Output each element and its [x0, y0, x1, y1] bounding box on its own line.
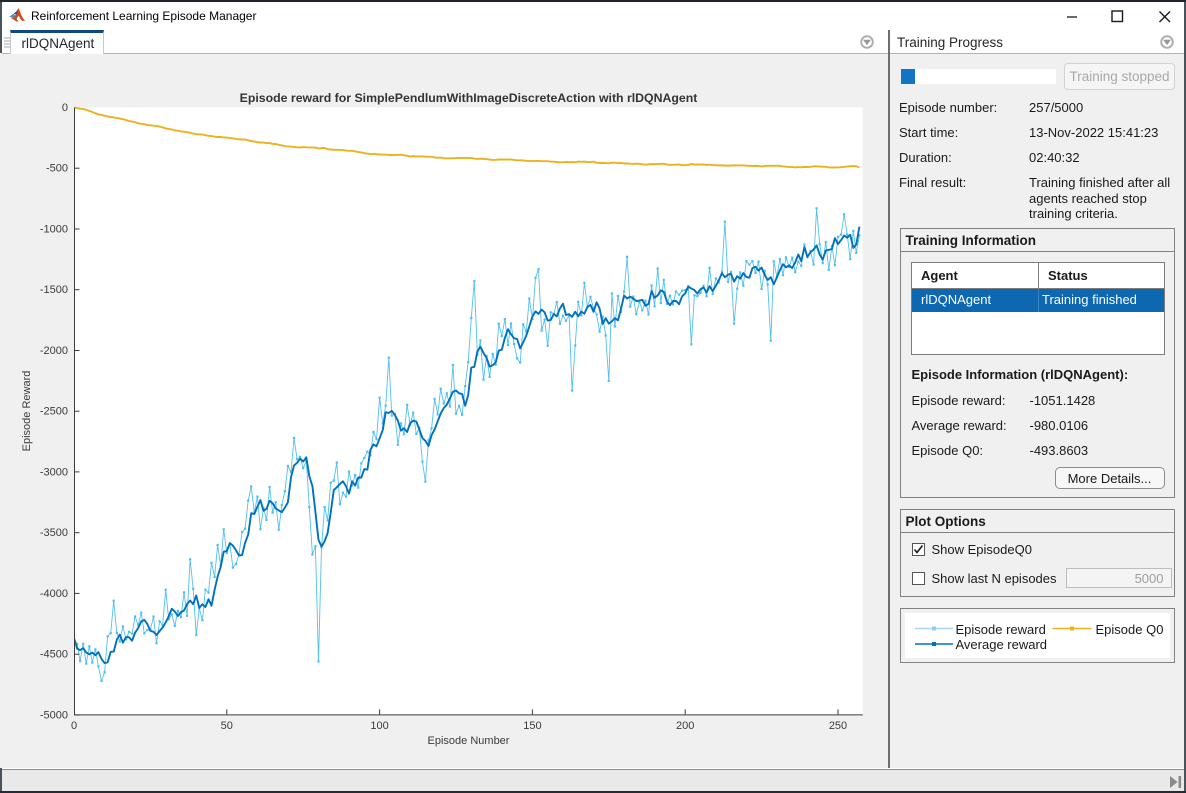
svg-text:0: 0	[71, 720, 77, 732]
svg-text:Episode reward for SimplePendl: Episode reward for SimplePendlumWithImag…	[240, 91, 698, 105]
svg-text:-2000: -2000	[40, 345, 68, 357]
svg-text:-3500: -3500	[40, 527, 68, 539]
svg-text:250: 250	[829, 720, 847, 732]
svg-text:-500: -500	[46, 163, 68, 175]
svg-text:150: 150	[523, 720, 541, 732]
svg-text:Episode Number: Episode Number	[428, 735, 510, 747]
svg-text:-4000: -4000	[40, 588, 68, 600]
svg-text:-5000: -5000	[40, 709, 68, 721]
svg-text:100: 100	[370, 720, 388, 732]
svg-text:-1500: -1500	[40, 284, 68, 296]
svg-text:-3000: -3000	[40, 466, 68, 478]
svg-text:-4500: -4500	[40, 649, 68, 661]
svg-text:0: 0	[62, 102, 68, 114]
svg-text:200: 200	[676, 720, 694, 732]
svg-text:-2500: -2500	[40, 406, 68, 418]
svg-text:50: 50	[221, 720, 233, 732]
svg-text:-1000: -1000	[40, 224, 68, 236]
svg-text:Episode Reward: Episode Reward	[21, 371, 33, 452]
